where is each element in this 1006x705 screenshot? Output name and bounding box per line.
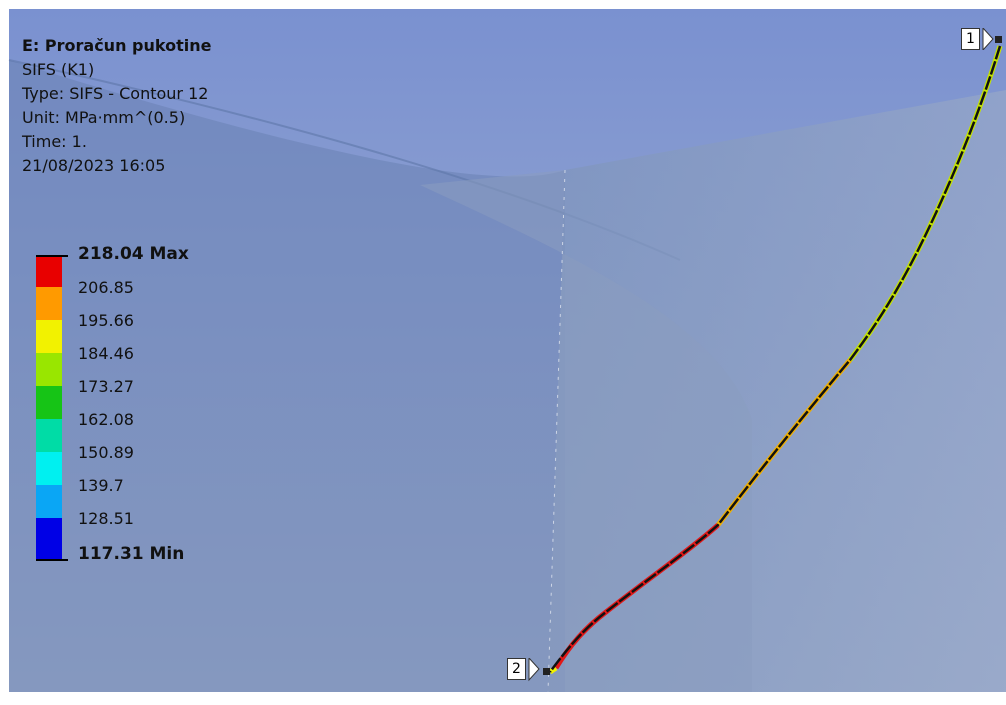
probe-label-2[interactable]: 2 xyxy=(507,658,557,682)
probe-2-pointer-icon xyxy=(528,658,550,682)
result-timestamp: 21/08/2023 16:05 xyxy=(22,156,166,175)
result-name: SIFS (K1) xyxy=(22,60,95,79)
result-time: Time: 1. xyxy=(22,132,87,151)
result-type: Type: SIFS - Contour 12 xyxy=(22,84,209,103)
analysis-title: E: Proračun pukotine xyxy=(22,36,212,55)
graphics-viewport[interactable]: E: Proračun pukotine SIFS (K1) Type: SIF… xyxy=(0,0,1006,705)
probe-label-1[interactable]: 1 xyxy=(961,28,1005,50)
result-info-panel: E: Proračun pukotine SIFS (K1) Type: SIF… xyxy=(22,34,211,178)
probe-1-pointer-icon xyxy=(982,28,1002,50)
result-unit: Unit: MPa·mm^(0.5) xyxy=(22,108,186,127)
